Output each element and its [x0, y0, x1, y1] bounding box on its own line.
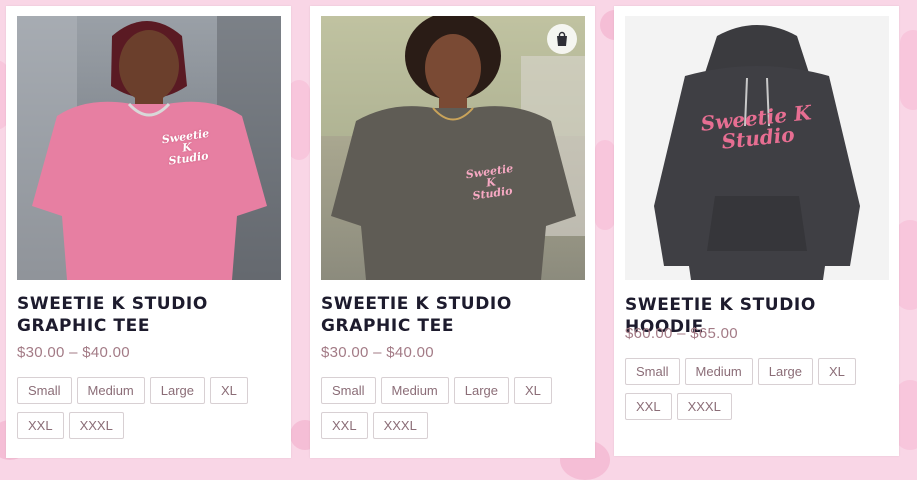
size-option-xxl[interactable]: XXL [625, 393, 672, 420]
size-option-xxxl[interactable]: XXXL [676, 393, 732, 420]
size-options: Small Medium Large XL XXL XXXL [625, 358, 895, 428]
size-option-xl[interactable]: XL [818, 358, 856, 385]
quick-add-button[interactable] [547, 24, 577, 54]
size-option-medium[interactable]: Medium [380, 377, 449, 404]
product-price: $60.00 – $65.00 [625, 325, 738, 342]
product-image[interactable]: Sweetie K Studio [625, 16, 889, 280]
size-option-xxxl[interactable]: XXXL [68, 412, 124, 439]
size-option-small[interactable]: Small [625, 358, 680, 385]
shopping-bag-icon [557, 31, 567, 46]
model-in-pink-tee-image [17, 16, 281, 280]
product-title[interactable]: Sweetie K Studio Graphic Tee [17, 293, 279, 337]
size-option-xxxl[interactable]: XXXL [372, 412, 428, 439]
size-option-small[interactable]: Small [321, 377, 376, 404]
size-options: Small Medium Large XL XXL XXXL [321, 377, 591, 447]
size-option-large[interactable]: Large [757, 358, 814, 385]
size-option-large[interactable]: Large [149, 377, 206, 404]
product-title[interactable]: Sweetie K Studio Graphic Tee [321, 293, 583, 337]
size-option-xxl[interactable]: XXL [17, 412, 64, 439]
size-option-xl[interactable]: XL [514, 377, 552, 404]
background-shape [288, 80, 310, 160]
size-option-medium[interactable]: Medium [76, 377, 145, 404]
size-option-medium[interactable]: Medium [684, 358, 753, 385]
model-in-gray-tee-image [321, 16, 585, 280]
product-price: $30.00 – $40.00 [17, 344, 130, 361]
product-card[interactable]: Sweetie K Studio Sweetie K Studio Graphi… [310, 6, 595, 458]
background-shape [595, 140, 615, 230]
product-image[interactable]: Sweetie K Studio [321, 16, 585, 280]
product-card[interactable]: Sweetie K Studio Sweetie K Studio Hoodie… [614, 6, 899, 456]
size-option-xl[interactable]: XL [210, 377, 248, 404]
size-option-xxl[interactable]: XXL [321, 412, 368, 439]
size-option-small[interactable]: Small [17, 377, 72, 404]
product-price: $30.00 – $40.00 [321, 344, 434, 361]
size-option-large[interactable]: Large [453, 377, 510, 404]
product-image[interactable]: Sweetie K Studio [17, 16, 281, 280]
background-shape [900, 30, 917, 110]
product-card[interactable]: Sweetie K Studio Sweetie K Studio Graphi… [6, 6, 291, 458]
size-options: Small Medium Large XL XXL XXXL [17, 377, 287, 447]
